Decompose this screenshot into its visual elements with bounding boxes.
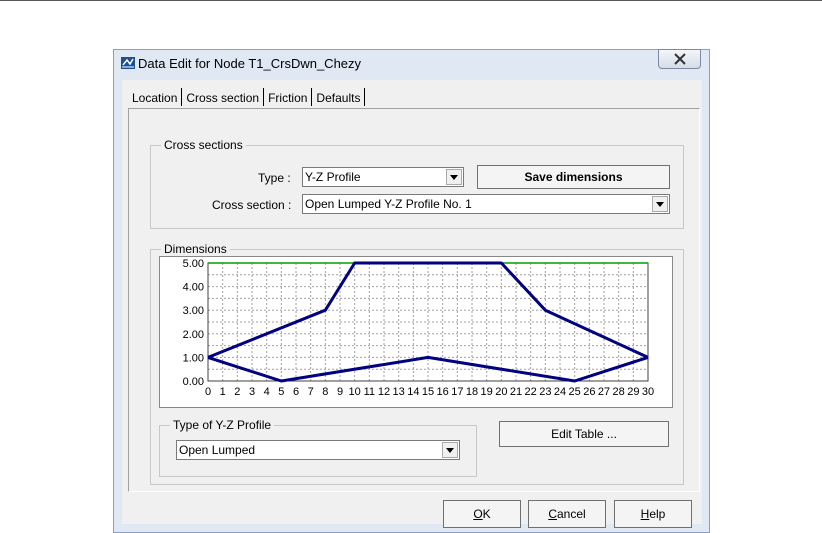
- dialog-title: Data Edit for Node T1_CrsDwn_Chezy: [138, 56, 362, 71]
- profile-chart-svg: 0.001.002.003.004.005.000 1 2 3 4 5 6 7 8 9 10 11 12…: [183, 258, 655, 398]
- x-tick-label: 1: [220, 386, 226, 398]
- x-tick-label: 28: [613, 386, 625, 398]
- x-tick-label: 23: [539, 386, 551, 398]
- type-select[interactable]: Y-Z Profile: [302, 167, 464, 187]
- x-tick-label: 11: [364, 386, 375, 398]
- cross-section-select[interactable]: Open Lumped Y-Z Profile No. 1: [302, 194, 670, 214]
- x-tick-label: 18: [466, 386, 478, 398]
- x-tick-label: 17: [451, 386, 463, 398]
- profile-type-group: Type of Y-Z Profile Open Lumped: [159, 418, 477, 477]
- x-tick-label: 20: [495, 386, 507, 398]
- x-tick-label: 26: [583, 386, 595, 398]
- dimensions-group-title: Dimensions: [161, 242, 230, 256]
- data-edit-dialog: Data Edit for Node T1_CrsDwn_Chezy Locat…: [113, 49, 710, 533]
- cross-sections-group: Cross sections Type : Y-Z Profile Save d…: [150, 138, 684, 229]
- cross-section-select-value: Open Lumped Y-Z Profile No. 1: [305, 197, 472, 211]
- tab-bar: Location Cross section Friction Defaults: [128, 88, 366, 108]
- profile-type-select[interactable]: Open Lumped: [176, 440, 460, 460]
- cross-sections-group-title: Cross sections: [161, 138, 246, 152]
- save-dimensions-button[interactable]: Save dimensions: [477, 165, 670, 189]
- cancel-mnemonic: C: [548, 507, 557, 521]
- profile-chart: 0.00 1.00 2.00 3.00 4.00 5.00 0 1 2 3 4 5 6 7 8 9 10 11 12…: [159, 256, 673, 408]
- y-tick-label: 1.00: [183, 352, 204, 364]
- x-tick-label: 21: [510, 386, 522, 398]
- x-tick-label: 15: [422, 386, 434, 398]
- x-tick-label: 10: [349, 386, 361, 398]
- dialog-client-area: Location Cross section Friction Defaults…: [122, 80, 702, 528]
- help-label-rest: elp: [649, 507, 666, 521]
- x-tick-label: 14: [407, 386, 419, 398]
- ok-label-rest: K: [482, 507, 491, 521]
- ok-button[interactable]: OK: [443, 500, 521, 528]
- x-tick-label: 6: [293, 386, 299, 398]
- title-bar[interactable]: Data Edit for Node T1_CrsDwn_Chezy: [114, 49, 709, 78]
- type-select-value: Y-Z Profile: [305, 170, 361, 184]
- x-tick-label: 0: [205, 386, 211, 398]
- x-tick-label: 30: [642, 386, 654, 398]
- type-label: Type :: [258, 171, 291, 185]
- x-tick-label: 19: [481, 386, 493, 398]
- help-button[interactable]: Help: [614, 500, 692, 528]
- x-tick-label: 12: [378, 386, 390, 398]
- tab-defaults[interactable]: Defaults: [312, 88, 366, 106]
- close-button[interactable]: [658, 49, 701, 69]
- chevron-down-icon[interactable]: [652, 196, 668, 212]
- close-icon: [673, 53, 686, 65]
- cancel-label-rest: ancel: [556, 507, 586, 521]
- x-tick-label: 22: [525, 386, 537, 398]
- x-tick-label: 27: [598, 386, 610, 398]
- y-tick-label: 3.00: [183, 305, 204, 317]
- help-mnemonic: H: [640, 507, 650, 521]
- y-tick-label: 0.00: [183, 376, 204, 388]
- dimensions-group: Dimensions 0.00 1.00 2.00 3.00 4.00 5.00 0 1 2 3 4…: [150, 242, 684, 485]
- profile-type-select-value: Open Lumped: [179, 443, 256, 457]
- cancel-button[interactable]: Cancel: [528, 500, 606, 528]
- chevron-down-icon[interactable]: [446, 169, 462, 185]
- x-tick-label: 25: [569, 386, 581, 398]
- tab-location[interactable]: Location: [128, 88, 183, 106]
- y-tick-label: 2.00: [183, 329, 204, 341]
- cross-section-label: Cross section :: [212, 198, 292, 212]
- cross-section-tab-panel: Cross sections Type : Y-Z Profile Save d…: [128, 108, 700, 492]
- tab-friction[interactable]: Friction: [264, 88, 313, 106]
- x-tick-label: 29: [627, 386, 639, 398]
- ok-mnemonic: O: [473, 507, 483, 521]
- y-tick-label: 5.00: [183, 258, 204, 270]
- x-tick-label: 16: [437, 386, 449, 398]
- x-tick-label: 7: [308, 386, 314, 398]
- x-tick-label: 5: [278, 386, 284, 398]
- tab-cross-section[interactable]: Cross section: [182, 88, 265, 106]
- profile-type-group-title: Type of Y-Z Profile: [170, 418, 275, 432]
- x-tick-label: 4: [264, 386, 270, 398]
- x-tick-label: 24: [554, 386, 566, 398]
- app-icon: [121, 57, 135, 69]
- x-tick-label: 3: [249, 386, 255, 398]
- top-border-line: [0, 0, 822, 1]
- x-tick-label: 8: [322, 386, 328, 398]
- x-tick-label: 13: [393, 386, 405, 398]
- chevron-down-icon[interactable]: [442, 442, 458, 458]
- edit-table-button[interactable]: Edit Table ...: [499, 421, 669, 447]
- x-tick-label: 2: [234, 386, 240, 398]
- x-tick-label: 9: [337, 386, 343, 398]
- y-tick-label: 4.00: [183, 282, 204, 294]
